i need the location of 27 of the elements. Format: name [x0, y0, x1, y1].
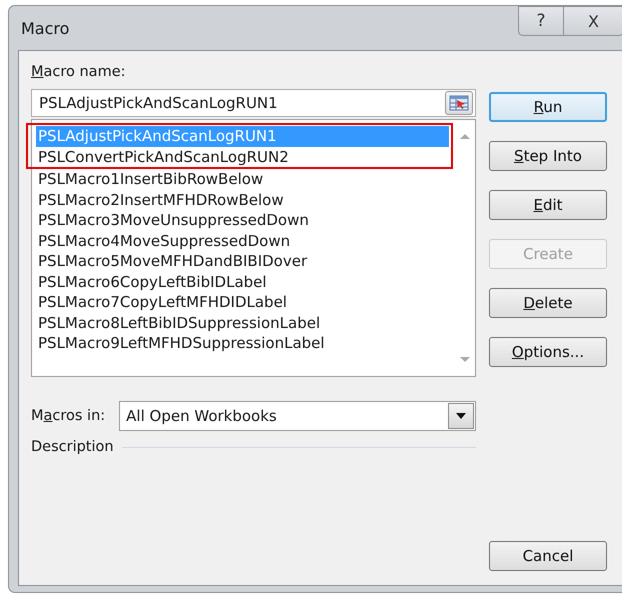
- macro-list-item[interactable]: PSLMacro1InsertBibRowBelow: [36, 169, 451, 190]
- dialog-button[interactable]: Edit: [489, 190, 607, 220]
- range-select-icon[interactable]: [445, 91, 473, 115]
- macro-list-item[interactable]: PSLMacro9LeftMFHDSuppressionLabel: [36, 333, 451, 354]
- scroll-up-icon[interactable]: [460, 134, 470, 139]
- macro-list-item[interactable]: PSLMacro7CopyLeftMFHDIDLabel: [36, 292, 451, 312]
- macro-list-item[interactable]: PSLConvertPickAndScanLogRUN2: [36, 146, 449, 167]
- macro-list-item[interactable]: PSLMacro8LeftBibIDSuppressionLabel: [36, 312, 451, 333]
- close-button[interactable]: X: [564, 6, 622, 36]
- field-label: Macros in:: [31, 408, 106, 424]
- scroll-down-icon[interactable]: [460, 357, 470, 362]
- dialog-button[interactable]: Step Into: [489, 141, 607, 171]
- dialog-button[interactable]: Options...: [489, 337, 607, 367]
- dialog-button[interactable]: Delete: [489, 288, 607, 318]
- macros-in-dropdown[interactable]: All Open Workbooks: [119, 401, 476, 431]
- field-label: Macro name:: [31, 64, 127, 80]
- help-button[interactable]: ?: [518, 6, 564, 36]
- window-title: Macro: [21, 18, 70, 38]
- cancel-button[interactable]: Cancel: [489, 541, 607, 571]
- section-label: Description: [31, 439, 114, 455]
- dialog-button[interactable]: Run: [489, 92, 607, 122]
- macro-name-field[interactable]: PSLAdjustPickAndScanLogRUN1: [31, 89, 476, 117]
- macro-list-item[interactable]: PSLMacro4MoveSuppressedDown: [36, 230, 451, 251]
- macro-list-item[interactable]: PSLMacro2InsertMFHDRowBelow: [36, 190, 451, 210]
- macro-list-item[interactable]: PSLMacro6CopyLeftBibIDLabel: [36, 272, 451, 292]
- macro-list-item[interactable]: PSLMacro5MoveMFHDandBIBIDover: [36, 251, 451, 272]
- macro-list-item[interactable]: PSLMacro3MoveUnsuppressedDown: [36, 210, 451, 230]
